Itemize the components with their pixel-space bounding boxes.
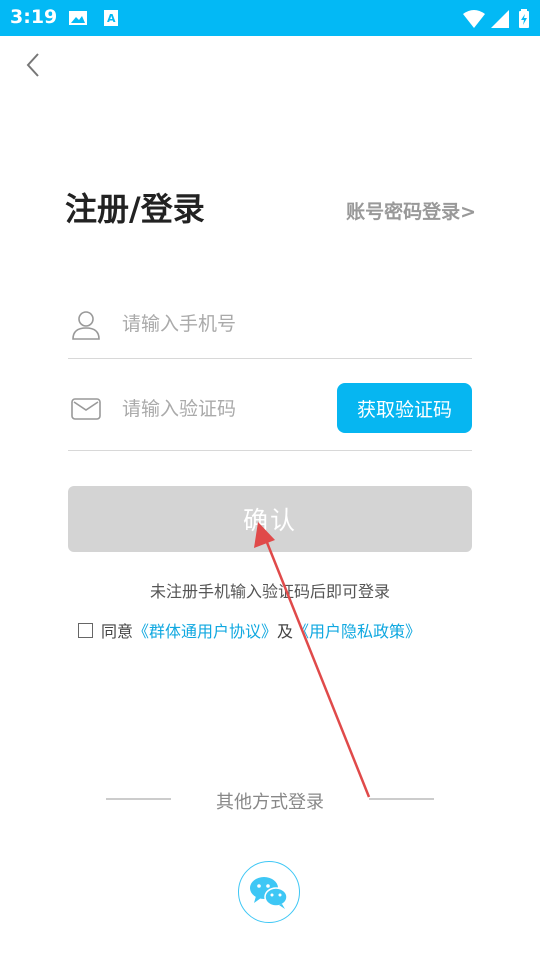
wifi-icon <box>463 10 485 28</box>
annotation-arrow-icon <box>254 522 371 798</box>
code-input[interactable] <box>120 397 374 421</box>
svg-text:A: A <box>107 12 116 25</box>
agree-checkbox[interactable] <box>78 622 93 638</box>
signal-icon <box>491 10 509 28</box>
agree-prefix: 同意 <box>101 622 134 641</box>
status-bar: 3:19 A <box>0 0 540 36</box>
code-input-row: 获取验证码 <box>68 380 472 451</box>
wechat-icon <box>250 877 288 909</box>
text-notification-icon: A <box>104 10 118 26</box>
phone-input[interactable] <box>120 312 374 336</box>
user-icon <box>72 311 100 340</box>
password-login-link[interactable]: 账号密码登录> <box>346 197 476 224</box>
status-time: 3:19 <box>10 6 58 28</box>
back-arrow-icon[interactable] <box>20 50 50 80</box>
agree-and: 及 <box>277 622 294 641</box>
user-agreement-link[interactable]: 《群体通用户协议》 <box>133 618 277 642</box>
register-hint: 未注册手机输入验证码后即可登录 <box>149 582 390 601</box>
mail-icon <box>71 398 101 420</box>
other-login-label: 其他方式登录 <box>216 792 324 813</box>
phone-input-row <box>68 300 472 359</box>
wechat-login-button[interactable] <box>238 861 300 923</box>
agreement-row: 同意 《群体通用户协议》 及 《用户隐私政策》 <box>78 618 421 642</box>
battery-icon <box>519 9 529 28</box>
privacy-policy-link[interactable]: 《用户隐私政策》 <box>293 618 421 642</box>
image-notification-icon <box>69 11 87 25</box>
get-code-button[interactable]: 获取验证码 <box>337 383 472 433</box>
confirm-button[interactable]: 确认 <box>68 486 472 552</box>
page-title: 注册/登录 <box>65 190 205 228</box>
